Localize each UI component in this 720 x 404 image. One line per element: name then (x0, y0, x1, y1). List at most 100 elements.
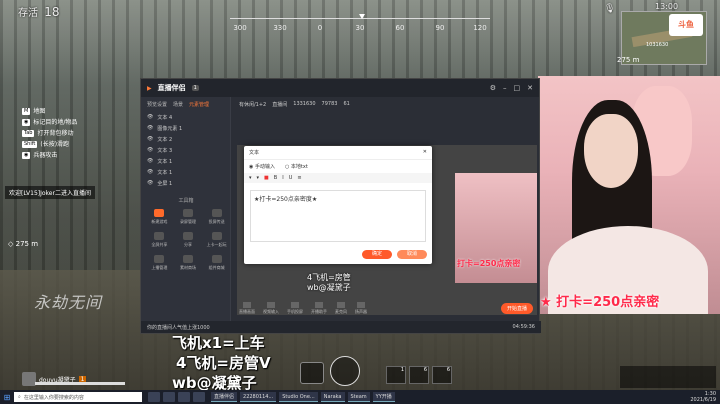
btn-speaker[interactable]: 扬声器 (355, 301, 367, 315)
minimize-icon[interactable]: – (503, 84, 507, 92)
menu-label: (长按)滑跑 (40, 141, 70, 148)
task-item[interactable]: Naraka (320, 392, 345, 402)
app-icon[interactable] (193, 392, 205, 402)
underline-icon[interactable]: U (289, 175, 293, 181)
people-icon (211, 232, 222, 240)
tool-widget-store[interactable]: 组件商城 (202, 255, 231, 271)
eye-icon[interactable]: 👁 (147, 147, 153, 154)
layer-item[interactable]: 👁 文本 1 (141, 156, 230, 167)
fullscreen-icon (154, 232, 165, 240)
menu-item-mark[interactable]: ◉ 标记目的地/物品 (22, 117, 77, 128)
layer-item[interactable]: 👁 图像元素 1 (141, 123, 230, 134)
align-icon[interactable]: ≡ (297, 175, 301, 181)
layer-item[interactable]: 👁 文本 3 (141, 145, 230, 156)
menu-item-attack[interactable]: ◉ 兵器攻击 (22, 150, 77, 161)
weapon-slot[interactable] (620, 366, 716, 388)
compass: 300 330 0 30 60 90 120 (230, 14, 490, 36)
layer-label: 全屏 1 (157, 181, 173, 187)
layer-label: 文本 2 (157, 137, 173, 143)
tab-scene[interactable]: 场景 (173, 101, 183, 108)
item-slot[interactable]: 6 (432, 366, 452, 384)
skill-slot[interactable] (300, 362, 324, 384)
info-room[interactable]: 直播间 (272, 101, 287, 108)
font-select[interactable]: ▾ (249, 175, 252, 181)
windows-start-icon[interactable]: ⊞ (0, 390, 14, 404)
bold-icon[interactable]: B (274, 175, 277, 181)
close-icon[interactable]: ✕ (527, 84, 533, 92)
taskbar: ⊞ ⌕ 在这里输入你要搜索的内容 直播伴侣 22280114... Studio… (0, 390, 720, 404)
cancel-button[interactable]: 取消 (397, 250, 427, 259)
item-slot[interactable]: 1 (386, 366, 406, 384)
radio-manual[interactable]: ◉ 手动输入 (249, 163, 275, 170)
settings-icon[interactable]: ⚙ (490, 84, 496, 92)
tool-cast[interactable]: 投屏传送 (202, 209, 231, 225)
layer-item[interactable]: 👁 全屏 1 (141, 178, 230, 189)
btn-assistant[interactable]: 开播助手 (311, 301, 327, 315)
task-item[interactable]: 直播伴侣 (211, 392, 238, 402)
camera-icon (267, 301, 275, 308)
eye-icon[interactable]: 👁 (147, 136, 153, 143)
compass-tick: 0 (317, 24, 323, 32)
taskview-icon[interactable] (148, 392, 160, 402)
tool-recordings[interactable]: 录屏管理 (174, 209, 203, 225)
tool-play-together[interactable]: 上卡一起玩 (202, 232, 231, 248)
tool-share[interactable]: 分享 (174, 232, 203, 248)
app-logo-icon: ▶ (147, 84, 152, 92)
tool-asset-store[interactable]: 素材商场 (174, 255, 203, 271)
confirm-button[interactable]: 确定 (362, 250, 392, 259)
color-swatch[interactable]: ■ (264, 175, 269, 181)
tool-label: 组件商城 (208, 265, 225, 270)
layer-item[interactable]: 👁 文本 2 (141, 134, 230, 145)
tool-new-game[interactable]: 新建游戏 (145, 209, 174, 225)
start-live-button[interactable]: 开始直播 (500, 302, 533, 314)
tab-preview[interactable]: 预览设置 (147, 101, 167, 108)
text-content-input[interactable]: ★打卡=250点亲密度★ (250, 190, 426, 242)
menu-label: 兵器攻击 (33, 152, 58, 159)
menu-item-bag[interactable]: Tab 打开背包移动 (22, 128, 77, 139)
alive-label: 存活 (18, 8, 38, 19)
tool-live-manage[interactable]: 上播管理 (145, 255, 174, 271)
eye-icon[interactable]: 👁 (147, 180, 153, 187)
mic-icon[interactable]: 🎙 (604, 4, 615, 14)
clock: 13:00 (655, 2, 679, 11)
size-select[interactable]: ▾ (257, 175, 260, 181)
task-item[interactable]: 22280114... (240, 392, 277, 402)
taskbar-search[interactable]: ⌕ 在这里输入你要搜索的内容 (14, 392, 142, 402)
folder-icon[interactable] (178, 392, 190, 402)
health-bar (35, 382, 125, 385)
item-slot[interactable]: 6 (409, 366, 429, 384)
italic-icon[interactable]: I (282, 175, 283, 181)
maximize-icon[interactable]: □ (514, 84, 521, 92)
btn-video-input[interactable]: 视频输入 (263, 301, 279, 315)
eye-icon[interactable]: 👁 (147, 114, 153, 121)
tool-label: 上卡一起玩 (206, 242, 227, 247)
douyu-logo: 斗鱼 (669, 14, 703, 36)
close-icon[interactable]: ✕ (423, 149, 427, 156)
text-dialog[interactable]: 文本 ✕ ◉ 手动输入 ○ 本地txt ▾ ▾ ■ B I U ≡ ★打卡=25… (244, 146, 432, 264)
btn-live-screen[interactable]: 直播画面 (239, 301, 255, 315)
eye-icon[interactable]: 👁 (147, 125, 153, 132)
task-item[interactable]: YY开播 (372, 392, 395, 402)
overlay-line-1: 飞机x1=上车 (172, 334, 265, 352)
task-item[interactable]: Studio One... (279, 392, 318, 402)
layer-item[interactable]: 👁 文本 1 (141, 167, 230, 178)
ultimate-skill[interactable] (330, 356, 360, 386)
btn-phone-cast[interactable]: 手机投屏 (287, 301, 303, 315)
layer-label: 文本 4 (157, 115, 173, 121)
diamond-icon: ◇ (8, 240, 14, 248)
status-text: 你的直播间人气值上涨1000 (147, 325, 210, 331)
preview-line: wb@凝黛子 (307, 283, 351, 292)
radio-txt[interactable]: ○ 本地txt (285, 163, 308, 170)
task-item[interactable]: Steam (347, 392, 370, 402)
btn-microphone[interactable]: 麦克风 (335, 301, 347, 315)
eye-icon[interactable]: 👁 (147, 169, 153, 176)
system-tray-clock[interactable]: 1:30 2021/6/19 (690, 391, 720, 403)
tab-elements[interactable]: 元素管理 (189, 101, 209, 108)
open-tasks: 直播伴侣 22280114... Studio One... Naraka St… (211, 392, 395, 402)
eye-icon[interactable]: 👁 (147, 158, 153, 165)
menu-item-slide[interactable]: Shift (长按)滑跑 (22, 139, 77, 150)
layer-item[interactable]: 👁 文本 4 (141, 112, 230, 123)
tool-fullscreen[interactable]: 全屏共享 (145, 232, 174, 248)
menu-item-map[interactable]: M 地图 (22, 106, 77, 117)
browser-icon[interactable] (163, 392, 175, 402)
